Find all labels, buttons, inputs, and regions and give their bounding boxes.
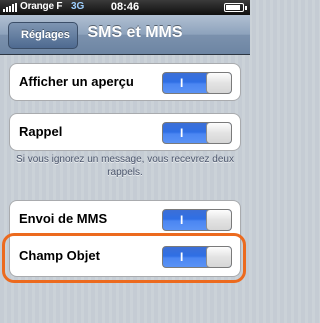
- toggle-on-text: I: [180, 126, 184, 140]
- battery-icon: [224, 3, 247, 12]
- toggle-knob: [206, 123, 231, 143]
- toggle-on-text: I: [180, 76, 184, 90]
- toggle-knob: [206, 210, 231, 230]
- setting-row-afficher-apercu: Afficher un aperçu I: [9, 63, 241, 101]
- clock: 08:46: [110, 1, 140, 13]
- setting-label: Envoi de MMS: [19, 211, 108, 226]
- setting-label: Rappel: [19, 124, 63, 139]
- page-title: SMS et MMS: [87, 24, 183, 41]
- navigation-bar: Réglages SMS et MMS: [0, 15, 250, 55]
- afficher-apercu-toggle[interactable]: I: [162, 72, 232, 94]
- status-bar: Orange F 3G 08:46: [0, 0, 250, 15]
- toggle-on-text: I: [180, 213, 184, 227]
- setting-row-rappel: Rappel I: [9, 113, 241, 151]
- envoi-mms-toggle[interactable]: I: [162, 209, 232, 231]
- highlight-outline: [2, 233, 246, 283]
- toggle-knob: [206, 73, 231, 93]
- rappel-toggle[interactable]: I: [162, 122, 232, 144]
- rappel-footnote: Si vous ignorez un message, vous recevre…: [16, 154, 234, 178]
- setting-label: Afficher un aperçu: [19, 74, 134, 89]
